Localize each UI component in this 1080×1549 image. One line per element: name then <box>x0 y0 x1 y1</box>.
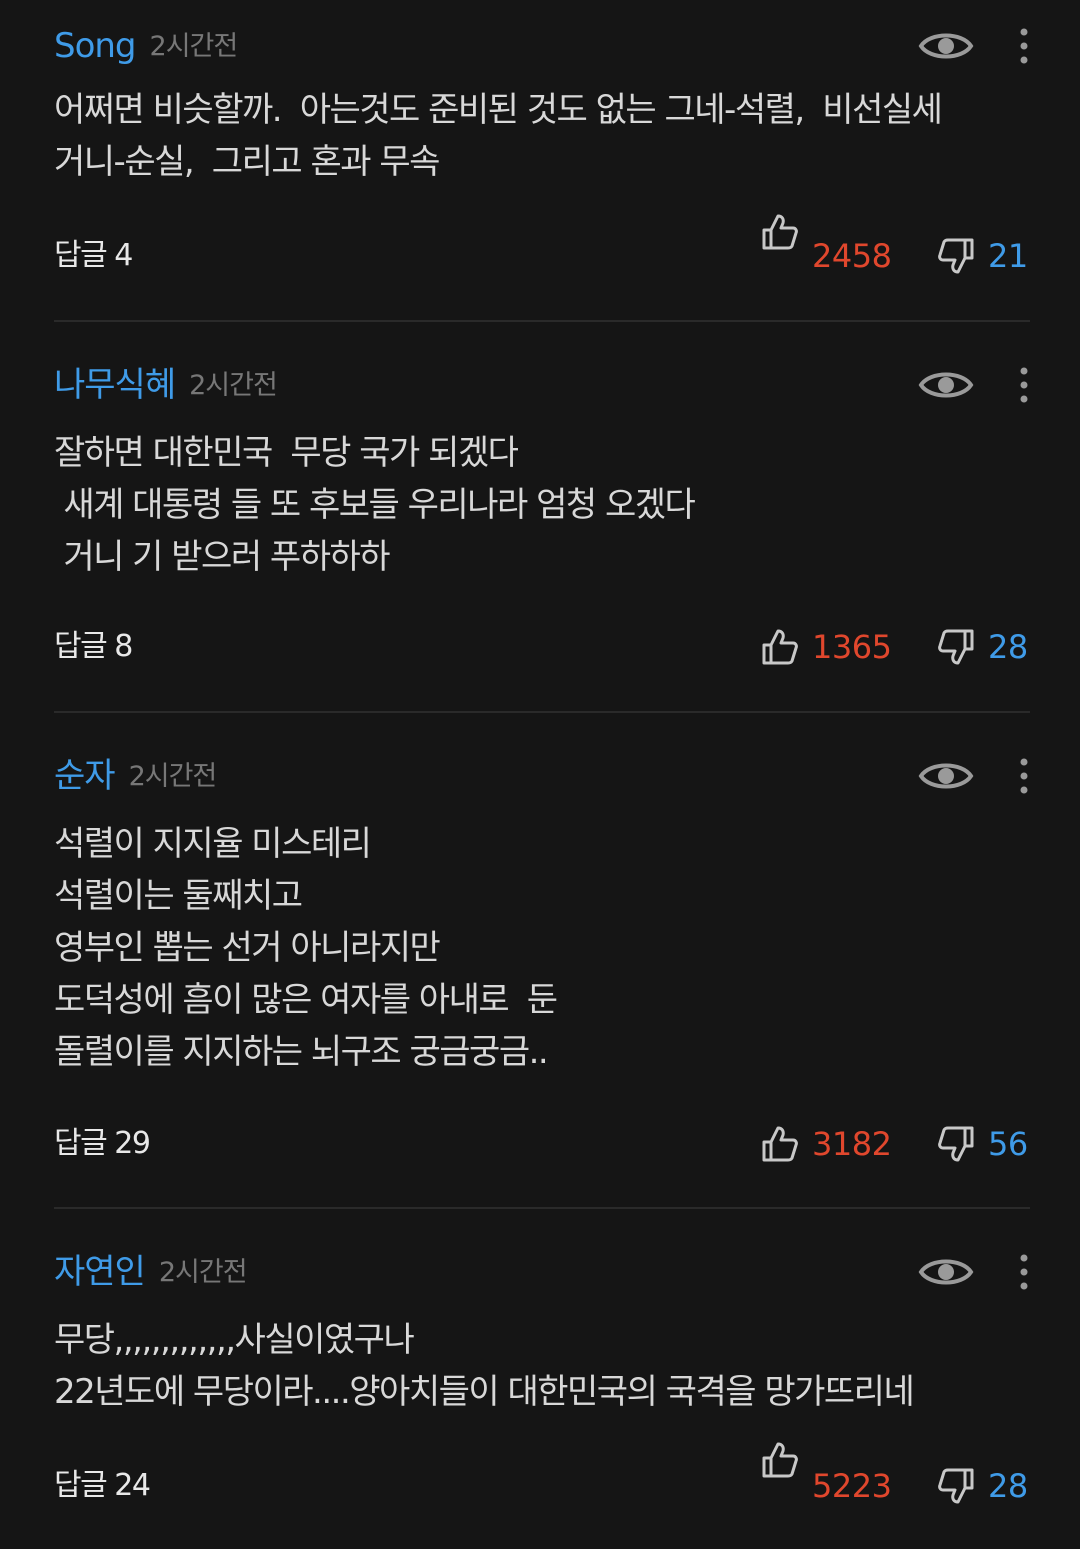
more-vertical-icon[interactable] <box>1016 28 1032 64</box>
comment-author[interactable]: 순자 2시간전 <box>54 756 218 797</box>
comment-divider <box>54 711 1030 713</box>
comment-time: 2시간전 <box>128 761 218 792</box>
comment-item: 나무식혜 2시간전 잘하면 대한민국 무당 국가 되겠다 새계 대통령 들 또 후… <box>54 355 1030 666</box>
more-vertical-icon[interactable] <box>1016 1254 1032 1290</box>
comment-header: Song 2시간전 <box>54 16 1030 76</box>
comment-author[interactable]: Song 2시간전 <box>54 26 239 67</box>
comment-time: 2시간전 <box>149 31 239 62</box>
comment-footer: 답글 29 3182 56 <box>54 1118 1030 1174</box>
eye-icon[interactable] <box>918 1252 974 1292</box>
author-name[interactable]: Song <box>54 26 137 66</box>
comment-body: 어쩌면 비슷할까. 아는것도 준비된 것도 없는 그네-석렬, 비선실세 거니-… <box>54 90 943 182</box>
reply-button[interactable]: 답글 29 <box>54 1124 151 1164</box>
dislike-count: 28 <box>988 628 1028 666</box>
comment-body: 무당,,,,,,,,,,,,,사실이였구나 22년도에 무당이라....양아치들… <box>54 1320 915 1412</box>
comment-header: 자연인 2시간전 <box>54 1242 1030 1302</box>
dislike-count: 28 <box>988 1467 1028 1505</box>
reply-button[interactable]: 답글 24 <box>54 1466 151 1506</box>
comment-footer: 답글 24 5223 28 <box>54 1442 1030 1516</box>
comment-header: 나무식혜 2시간전 <box>54 355 1030 415</box>
comment-footer: 답글 8 1365 28 <box>54 621 1030 677</box>
reply-button[interactable]: 답글 8 <box>54 627 133 667</box>
comment-time: 2시간전 <box>158 1257 248 1288</box>
author-name[interactable]: 나무식혜 <box>54 365 176 405</box>
comment-item: Song 2시간전 어쩌면 비슷할까. 아는것도 준비된 것도 없는 그네-석렬,… <box>54 16 1030 275</box>
like-count: 3182 <box>812 1125 892 1163</box>
thumbs-down-icon[interactable] <box>936 1466 976 1506</box>
eye-icon[interactable] <box>918 756 974 796</box>
author-name[interactable]: 자연인 <box>54 1252 146 1292</box>
comment-divider <box>54 1207 1030 1209</box>
eye-icon[interactable] <box>918 26 974 66</box>
comment-time: 2시간전 <box>189 370 278 401</box>
thumbs-down-icon[interactable] <box>936 236 976 276</box>
more-vertical-icon[interactable] <box>1016 367 1032 403</box>
comment-item: 순자 2시간전 석렬이 지지율 미스테리 석렬이는 둘째치고 영부인 뽑는 선거 … <box>54 746 1030 1163</box>
more-vertical-icon[interactable] <box>1016 758 1032 794</box>
dislike-count: 56 <box>988 1125 1028 1163</box>
comment-author[interactable]: 나무식혜 2시간전 <box>54 365 278 406</box>
thumbs-up-icon[interactable] <box>760 627 800 667</box>
comment-item: 자연인 2시간전 무당,,,,,,,,,,,,,사실이였구나 22년도에 무당이라… <box>54 1242 1030 1505</box>
thumbs-up-icon[interactable] <box>760 212 800 252</box>
comment-divider <box>54 320 1030 322</box>
comment-author[interactable]: 자연인 2시간전 <box>54 1252 248 1293</box>
comment-body: 석렬이 지지율 미스테리 석렬이는 둘째치고 영부인 뽑는 선거 아니라지만 도… <box>54 824 558 1072</box>
comment-body: 잘하면 대한민국 무당 국가 되겠다 새계 대통령 들 또 후보들 우리나라 엄… <box>54 433 696 577</box>
comment-footer: 답글 4 2458 21 <box>54 214 1030 286</box>
eye-icon[interactable] <box>918 365 974 405</box>
author-name[interactable]: 순자 <box>54 756 116 796</box>
thumbs-up-icon[interactable] <box>760 1124 800 1164</box>
like-count: 2458 <box>812 237 892 275</box>
like-count: 1365 <box>812 628 892 666</box>
thumbs-up-icon[interactable] <box>760 1440 800 1480</box>
like-count: 5223 <box>812 1467 892 1505</box>
thumbs-down-icon[interactable] <box>936 627 976 667</box>
reply-button[interactable]: 답글 4 <box>54 236 133 276</box>
dislike-count: 21 <box>988 237 1028 275</box>
comment-header: 순자 2시간전 <box>54 746 1030 806</box>
thumbs-down-icon[interactable] <box>936 1124 976 1164</box>
